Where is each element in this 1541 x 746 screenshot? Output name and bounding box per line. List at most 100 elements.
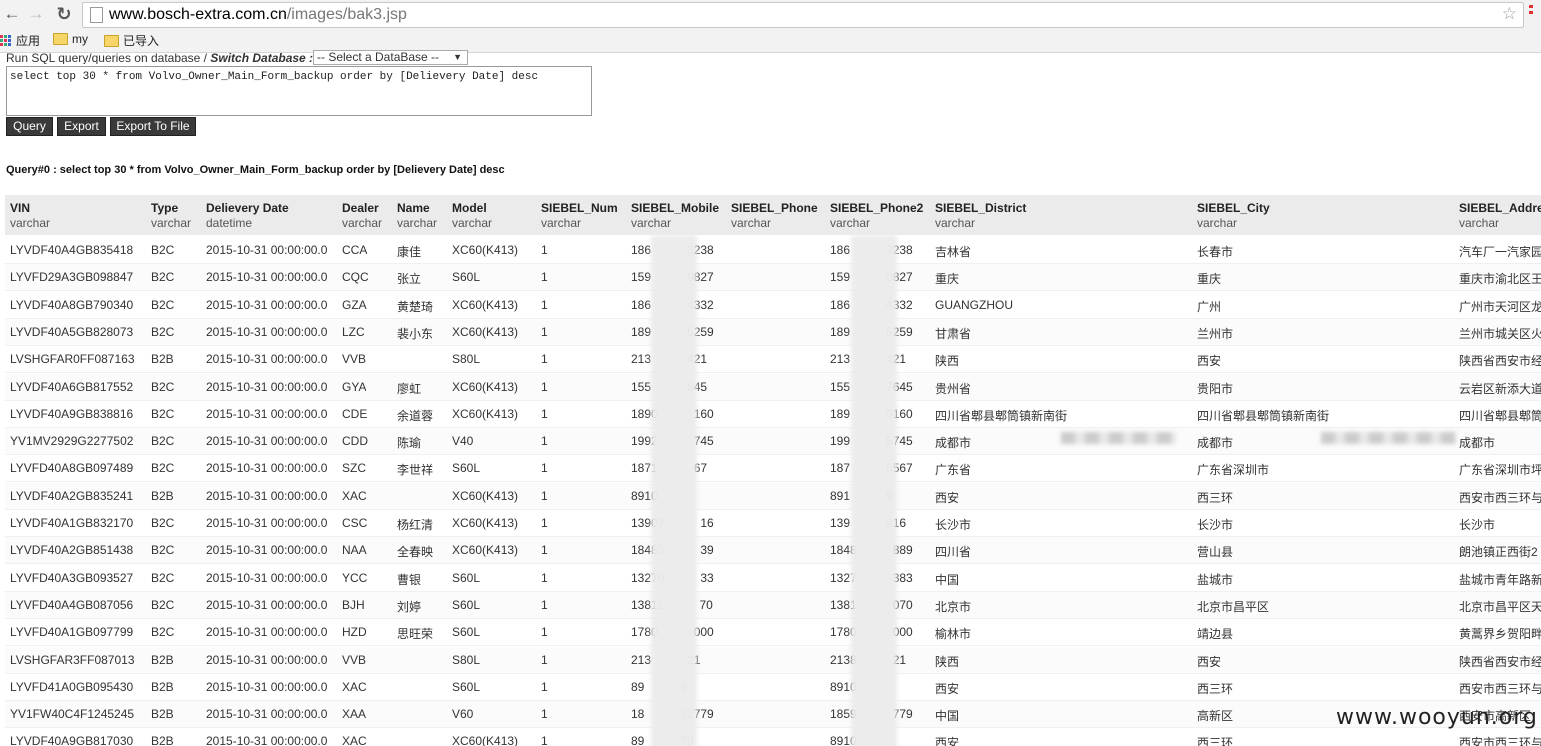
table-cell: 贵阳市 (1197, 381, 1234, 396)
menu-icon[interactable] (1529, 5, 1533, 21)
table-cell: S80L (452, 652, 481, 667)
table-cell: XC60(K413) (452, 406, 519, 421)
table-cell: S60L (452, 597, 481, 612)
table-cell: XAC (342, 679, 367, 694)
column-header: Model varchar (452, 201, 492, 231)
table-cell: 2015-10-31 00:00:00.0 (206, 352, 328, 367)
url-path: /images/bak3.jsp (286, 6, 407, 23)
table-row: LYVDF40A5GB828073 B2C 2015-10-31 00:00:00.… (5, 318, 1541, 346)
url-host: www.bosch-extra.com.cn (109, 6, 287, 23)
url-text[interactable]: www.bosch-extra.com.cn/images/bak3.jsp (109, 6, 407, 24)
export-button[interactable]: Export (57, 117, 106, 136)
table-cell: VVB (342, 652, 367, 667)
column-type: varchar (1197, 216, 1238, 230)
table-cell: 重庆 (935, 272, 960, 287)
table-cell: B2C (151, 461, 175, 476)
back-icon[interactable]: ← (2, 3, 22, 25)
table-cell: 吉林省 (935, 245, 972, 259)
table-cell: 2015-10-31 00:00:00.0 (206, 406, 328, 421)
table-cell: B2B (151, 679, 174, 694)
table-cell: 云岩区新添大道 (1459, 381, 1541, 396)
table-cell: S60L (452, 679, 481, 694)
bookmark-label: my (72, 32, 88, 46)
table-row: LVSHGFAR0FF087163 B2B 2015-10-31 00:00:00.… (5, 346, 1541, 374)
sql-query-textarea[interactable]: select top 30 * from Volvo_Owner_Main_Fo… (6, 66, 592, 116)
table-cell: B2C (151, 243, 175, 257)
address-bar[interactable]: www.bosch-extra.com.cn/images/bak3.jsp ☆ (82, 2, 1524, 28)
table-cell: 四川省郫县郫筒镇新南街 (935, 408, 1068, 423)
table-cell: XC60(K413) (452, 543, 519, 558)
table-cell: 2015-10-31 00:00:00.0 (206, 516, 328, 530)
table-cell: 1 (541, 679, 548, 694)
table-cell: GYA (342, 379, 367, 394)
table-cell: GZA (342, 297, 367, 312)
table-cell: XC60(K413) (452, 243, 519, 257)
table-cell: 2015-10-31 00:00:00.0 (206, 270, 328, 285)
table-cell: XAC (342, 488, 367, 503)
table-cell: LYVDF40A5GB828073 (10, 324, 134, 339)
table-cell: 张立 (397, 272, 422, 287)
table-cell: CCA (342, 243, 368, 257)
table-cell: 朗池镇正西街2 (1459, 545, 1538, 560)
table-cell: B2C (151, 625, 175, 640)
column-type: varchar (10, 216, 51, 230)
export-to-file-button[interactable]: Export To File (110, 117, 196, 136)
database-select[interactable]: -- Select a DataBase -- ▼ (313, 50, 468, 65)
column-header: Name varchar (397, 201, 437, 231)
column-header: SIEBEL_Addre varchar (1459, 201, 1541, 231)
column-type: varchar (342, 216, 383, 230)
table-cell: 长沙市 (1197, 518, 1234, 532)
table-cell: 北京市 (935, 599, 972, 614)
column-type: varchar (397, 216, 438, 230)
table-cell: 广东省深圳市 (1197, 463, 1270, 478)
folder-icon (104, 34, 119, 47)
table-cell: YCC (342, 570, 368, 585)
column-name: Name (397, 201, 430, 215)
column-type: varchar (452, 216, 493, 230)
column-name: SIEBEL_District (935, 201, 1027, 215)
table-cell: 裴小东 (397, 326, 434, 341)
table-cell: B2C (151, 516, 175, 530)
table-cell: LYVDF40A9GB838816 (10, 406, 134, 421)
table-cell: 西安 (935, 681, 960, 696)
bookmark-apps[interactable]: 应用 (0, 32, 40, 49)
table-cell: LYVFD41A0GB095430 (10, 679, 134, 694)
table-cell: XC60(K413) (452, 734, 519, 746)
bookmark-my[interactable]: my (53, 32, 88, 46)
table-cell: 1 (541, 488, 548, 503)
column-header: SIEBEL_City varchar (1197, 201, 1270, 231)
table-cell: 2015-10-31 00:00:00.0 (206, 679, 328, 694)
table-cell: 汽车厂一汽家园 (1459, 245, 1541, 259)
table-cell: 2015-10-31 00:00:00.0 (206, 243, 328, 257)
table-cell: 1 (541, 270, 548, 285)
switch-database-label: Switch Database : (210, 51, 314, 64)
reload-icon[interactable]: ↻ (54, 3, 74, 25)
table-cell: BJH (342, 597, 365, 612)
table-cell: 重庆 (1197, 272, 1222, 287)
bookmark-star-icon[interactable]: ☆ (1502, 4, 1517, 24)
redaction-blur (851, 235, 897, 746)
column-name: SIEBEL_City (1197, 201, 1270, 215)
forward-icon[interactable]: → (26, 3, 46, 25)
column-name: Dealer (342, 201, 379, 215)
watermark: www.wooyun.org (1336, 705, 1538, 730)
table-cell: 长沙市 (1459, 518, 1496, 532)
bookmark-imported[interactable]: 已导入 (104, 32, 159, 49)
table-cell: S60L (452, 570, 481, 585)
table-cell: XC60(K413) (452, 516, 519, 530)
table-cell: 曹银 (397, 572, 422, 587)
table-cell: V60 (452, 707, 474, 722)
table-cell: 成都市 (1459, 436, 1496, 451)
table-cell: 西安市西三环与 (1459, 490, 1541, 505)
column-name: Delievery Date (206, 201, 289, 215)
table-cell: 2015-10-31 00:00:00.0 (206, 488, 328, 503)
table-cell: 西安 (935, 736, 960, 746)
table-cell: 成都市 (935, 436, 972, 451)
table-cell: LVSHGFAR3FF087013 (10, 652, 135, 667)
query-button[interactable]: Query (6, 117, 53, 136)
column-name: Type (151, 201, 179, 215)
table-cell: 西三环 (1197, 490, 1234, 505)
table-cell: LYVFD40A4GB087056 (10, 597, 134, 612)
table-cell: HZD (342, 625, 367, 640)
table-cell: 2015-10-31 00:00:00.0 (206, 297, 328, 312)
